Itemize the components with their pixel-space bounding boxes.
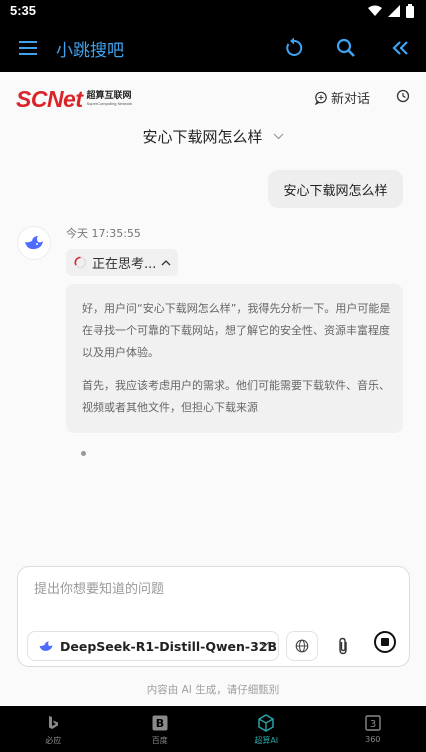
signal-icon	[388, 5, 400, 17]
ai-disclaimer: 内容由 AI 生成，请仔细甄别	[146, 684, 280, 696]
logo-wordmark: SCNet	[16, 85, 83, 112]
web-content: SCNet 超算互联网 SuperComputing Network 新对话 安…	[0, 72, 426, 706]
new-chat-button[interactable]: 新对话	[314, 88, 370, 107]
user-message-bubble: 安心下载网怎么样	[268, 170, 403, 208]
search-icon[interactable]	[334, 36, 358, 60]
user-message-text: 安心下载网怎么样	[283, 183, 388, 199]
composer-card: DeepSeek-R1-Distill-Qwen-32B	[17, 566, 410, 667]
model-selector[interactable]: DeepSeek-R1-Distill-Qwen-32B	[27, 631, 279, 661]
nav-item-scnet-ai[interactable]: 超算AI	[213, 706, 320, 752]
360-icon: 3	[365, 715, 381, 731]
chevron-up-icon	[161, 259, 171, 265]
prompt-input[interactable]	[34, 579, 394, 599]
thinking-toggle[interactable]: 正在思考...	[66, 249, 178, 276]
nav-label: 超算AI	[254, 736, 279, 745]
stop-generation-icon[interactable]	[373, 630, 397, 654]
conversation-title: 安心下载网怎么样	[142, 128, 263, 146]
conversation-title-dropdown[interactable]: 安心下载网怎么样	[0, 126, 426, 147]
status-bar: 5:35	[0, 0, 426, 24]
wifi-icon	[368, 5, 382, 16]
nav-label: 必应	[45, 736, 62, 745]
chat-bubble-icon	[314, 91, 327, 105]
scnet-logo[interactable]: SCNet 超算互联网 SuperComputing Network	[16, 84, 132, 114]
nav-label: 360	[365, 735, 381, 744]
paperclip-icon	[339, 637, 347, 655]
app-title: 小跳搜吧	[56, 41, 124, 61]
whale-icon	[39, 640, 53, 651]
nav-item-baidu[interactable]: B 百度	[107, 706, 214, 752]
chevron-down-icon	[259, 641, 270, 648]
nav-item-bing[interactable]: 必应	[0, 706, 107, 752]
spinner-icon	[74, 256, 87, 269]
web-search-toggle[interactable]	[286, 631, 318, 661]
reasoning-panel: 好，用户问“安心下载网怎么样”，我得先分析一下。用户可能是在寻找一个可靠的下载网…	[66, 284, 403, 433]
status-icons	[368, 4, 414, 18]
baidu-icon: B	[152, 715, 168, 731]
collapse-icon[interactable]	[388, 36, 412, 60]
refresh-icon[interactable]	[282, 36, 306, 60]
whale-icon	[25, 236, 43, 250]
scnet-ai-icon	[258, 714, 274, 732]
attach-button[interactable]	[332, 631, 354, 661]
logo-cn: 超算互联网	[86, 91, 132, 101]
nav-item-360[interactable]: 3 360	[320, 706, 426, 752]
svg-text:3: 3	[370, 719, 376, 730]
svg-text:B: B	[156, 717, 164, 730]
message-timestamp: 今天 17:35:55	[66, 227, 141, 240]
logo-subtitle: 超算互联网 SuperComputing Network	[87, 92, 133, 106]
reasoning-paragraph: 首先，我应该考虑用户的需求。他们可能需要下载软件、音乐、视频或者其他文件，但担心…	[82, 379, 390, 414]
app-bar: 小跳搜吧	[0, 24, 426, 72]
status-time: 5:35	[10, 3, 37, 18]
history-icon[interactable]	[396, 89, 410, 103]
reasoning-paragraph: 好，用户问“安心下载网怎么样”，我得先分析一下。用户可能是在寻找一个可靠的下载网…	[82, 302, 391, 359]
globe-icon	[295, 639, 309, 653]
new-chat-label: 新对话	[331, 92, 371, 107]
menu-icon[interactable]	[16, 36, 40, 60]
bot-avatar	[17, 226, 51, 260]
model-name: DeepSeek-R1-Distill-Qwen-32B	[60, 638, 278, 654]
logo-en: SuperComputing Network	[86, 101, 133, 106]
nav-label: 百度	[151, 736, 168, 745]
bottom-nav: 必应 B 百度 超算AI 3 360	[0, 706, 426, 752]
thinking-label: 正在思考...	[92, 257, 157, 272]
battery-icon	[406, 4, 414, 18]
chevron-down-icon	[273, 133, 283, 140]
typing-indicator	[81, 451, 86, 456]
bing-icon	[49, 716, 59, 729]
